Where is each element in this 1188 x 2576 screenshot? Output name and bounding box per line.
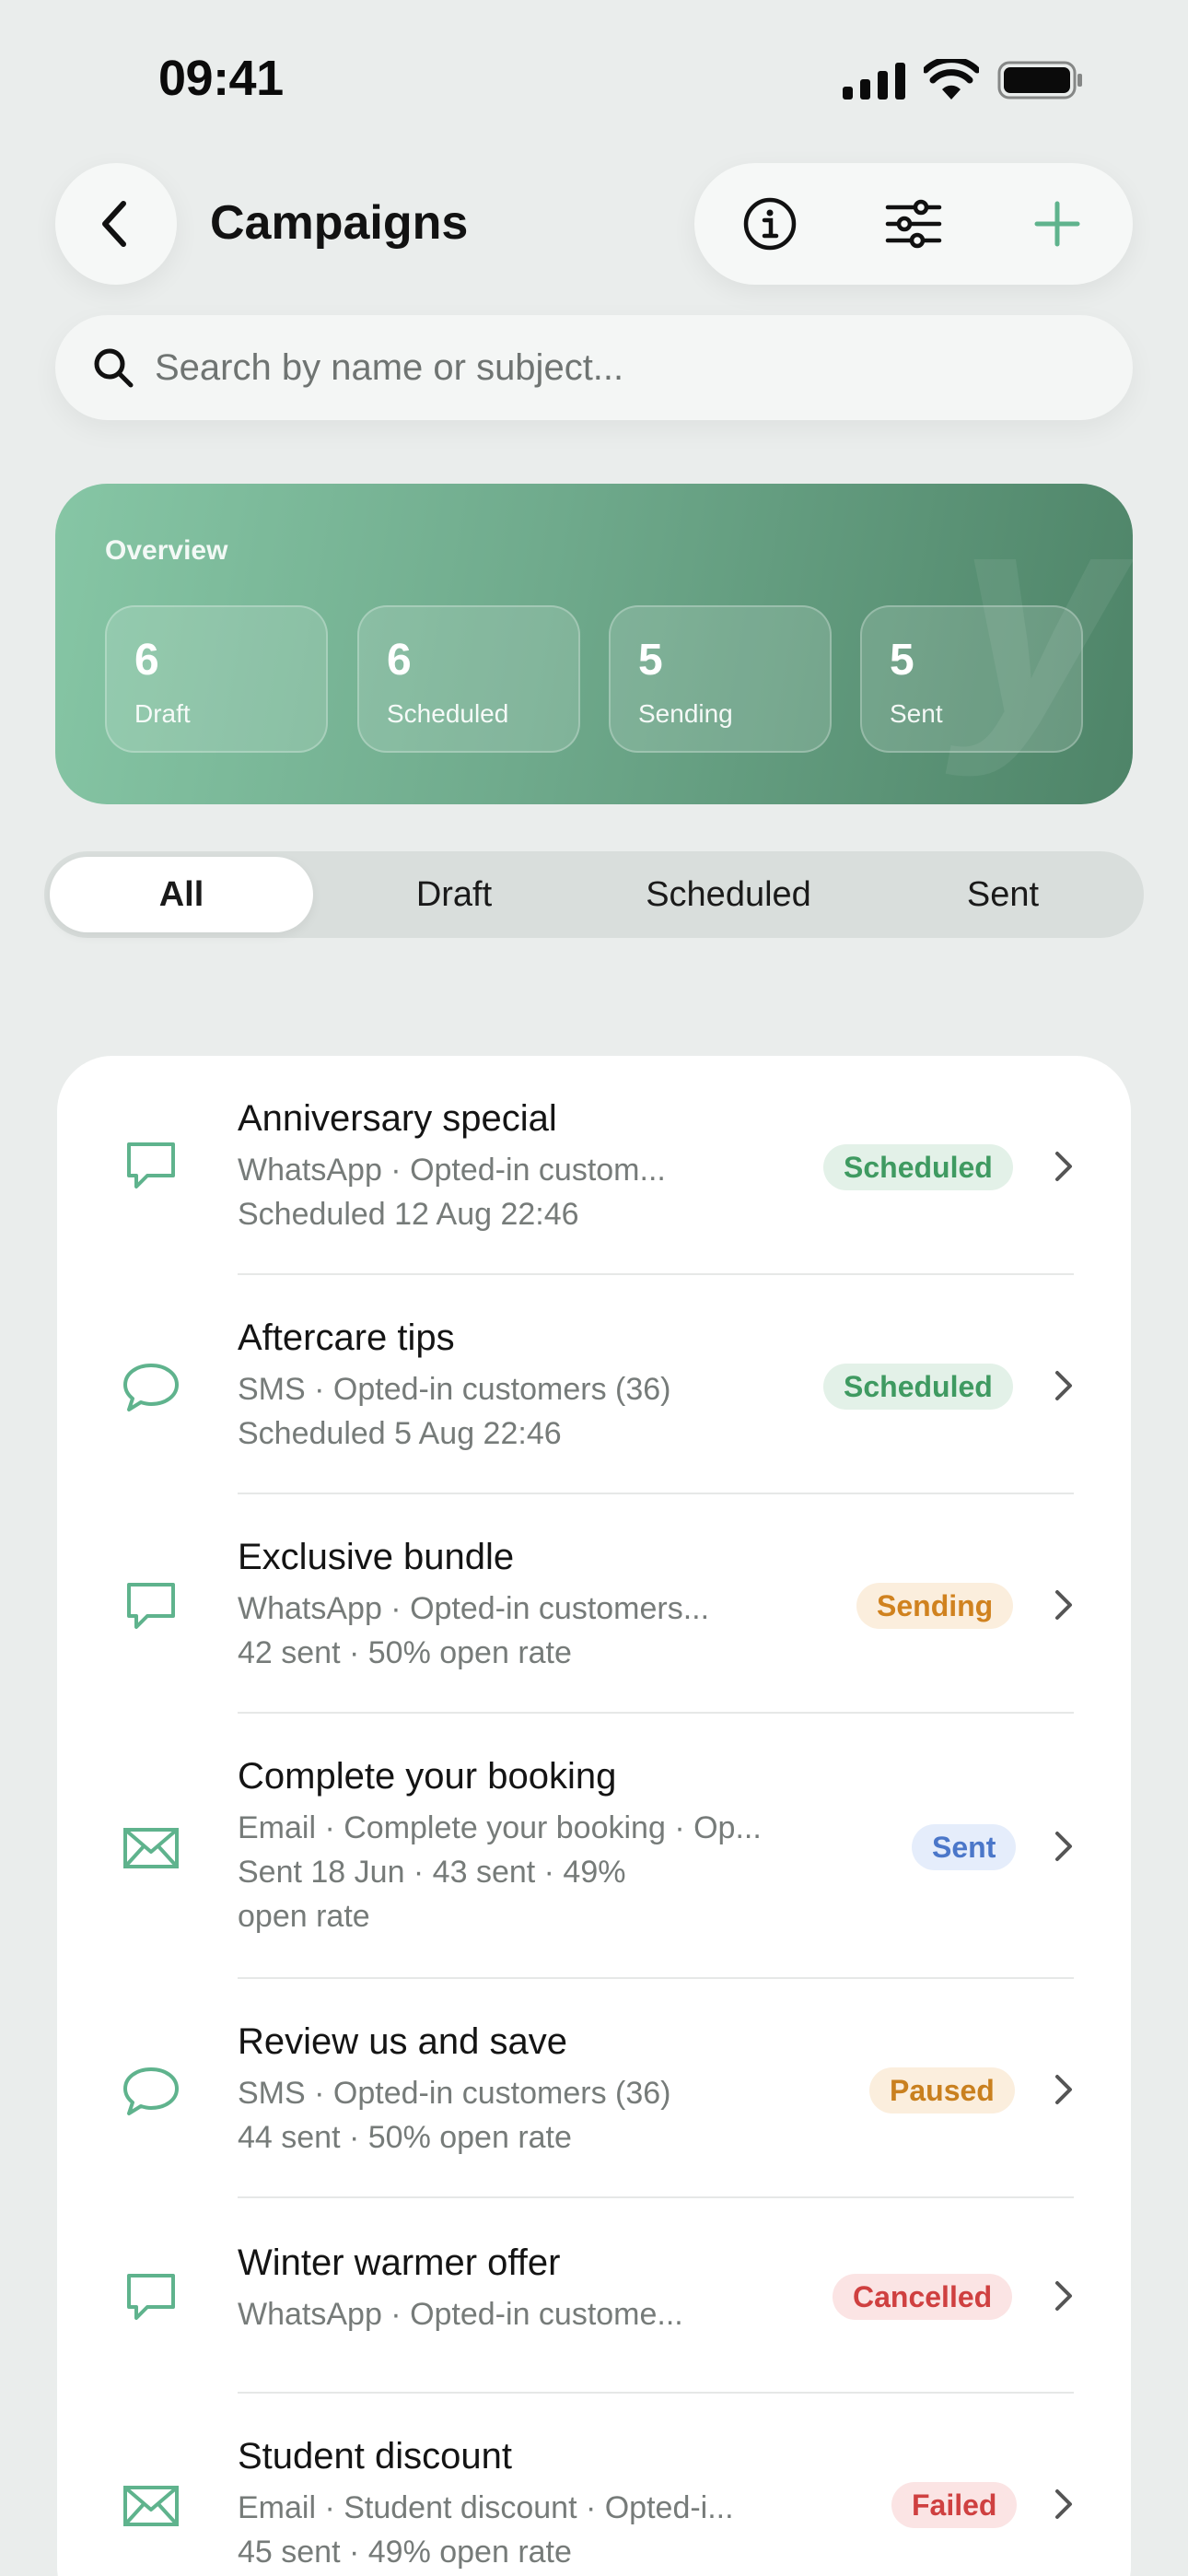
chevron-right-icon [1055, 1590, 1072, 1620]
chevron-right-icon [1055, 1152, 1072, 1181]
email-envelope-icon [123, 2486, 179, 2526]
overview-label: Overview [105, 535, 228, 566]
campaign-row[interactable]: Winter warmer offer WhatsApp · Opted-in … [57, 2198, 1131, 2392]
sliders-icon [885, 199, 942, 249]
campaign-title: Aftercare tips [238, 1317, 455, 1358]
campaign-schedule: Scheduled 5 Aug 22:46 [238, 1416, 562, 1451]
campaign-list: Anniversary special WhatsApp · Opted-in … [57, 1056, 1131, 2576]
campaign-row[interactable]: Aftercare tips SMS · Opted-in customers … [57, 1275, 1131, 1494]
campaign-meta: WhatsApp · Opted-in custom... [238, 1153, 666, 1188]
tab-all[interactable]: All [50, 857, 313, 932]
campaign-title: Student discount [238, 2436, 512, 2476]
campaign-title: Review us and save [238, 2021, 567, 2062]
overview-card: y Overview 6 Draft 6 Scheduled 5 Sending… [55, 484, 1133, 804]
campaign-title: Exclusive bundle [238, 1537, 515, 1577]
chevron-right-icon [1055, 2489, 1072, 2519]
page-title: Campaigns [210, 196, 469, 250]
sms-message-icon [123, 1364, 179, 1411]
status-badge: Scheduled [823, 1144, 1013, 1190]
stat-label: Scheduled [387, 699, 509, 728]
whatsapp-message-icon [127, 1142, 175, 1188]
status-badge: Failed [891, 2482, 1018, 2528]
tab-draft[interactable]: Draft [322, 857, 586, 932]
info-button[interactable] [733, 187, 807, 261]
stat-tile-scheduled: 6 Scheduled [357, 605, 580, 753]
chevron-right-icon [1055, 1371, 1072, 1400]
stat-value: 5 [890, 636, 914, 685]
campaign-stats-cont: open rate [238, 1899, 370, 1934]
email-envelope-icon [123, 1828, 179, 1868]
campaign-stats: 44 sent · 50% open rate [238, 2120, 572, 2155]
whatsapp-message-icon [127, 2274, 175, 2320]
campaign-row[interactable]: Exclusive bundle WhatsApp · Opted-in cus… [57, 1494, 1131, 1714]
campaign-row[interactable]: Anniversary special WhatsApp · Opted-in … [57, 1056, 1131, 1277]
campaign-meta: WhatsApp · Opted-in custome... [238, 2297, 683, 2332]
info-icon [743, 197, 797, 251]
plus-icon [1034, 201, 1080, 247]
tab-scheduled[interactable]: Scheduled [597, 857, 860, 932]
header-actions [694, 163, 1133, 285]
cellular-signal-icon [843, 63, 905, 100]
status-badge: Scheduled [823, 1364, 1013, 1410]
add-campaign-button[interactable] [1020, 187, 1094, 261]
stat-value: 6 [134, 636, 159, 685]
wifi-icon [924, 59, 979, 100]
battery-icon [997, 61, 1082, 100]
chevron-right-icon [1055, 2281, 1072, 2311]
status-badge: Sent [912, 1824, 1017, 1870]
search-icon [94, 348, 134, 388]
search-bar [55, 315, 1133, 420]
filter-button[interactable] [877, 187, 950, 261]
stat-label: Sending [638, 699, 733, 728]
sms-message-icon [123, 2067, 179, 2115]
campaign-schedule: Scheduled 12 Aug 22:46 [238, 1197, 579, 1232]
campaign-title: Anniversary special [238, 1098, 557, 1139]
status-badge: Paused [869, 2067, 1015, 2113]
status-badge: Sending [856, 1583, 1014, 1629]
stat-tile-sending: 5 Sending [609, 605, 832, 753]
campaign-meta: WhatsApp · Opted-in customers... [238, 1591, 710, 1626]
whatsapp-message-icon [127, 1583, 175, 1629]
campaign-stats: Sent 18 Jun · 43 sent · 49% [238, 1855, 626, 1890]
status-badge: Cancelled [833, 2274, 1013, 2320]
campaign-row[interactable]: Student discount Email · Student discoun… [57, 2394, 1131, 2576]
campaign-meta: Email · Complete your booking · Op... [238, 1810, 762, 1845]
campaign-stats: 45 sent · 49% open rate [238, 2535, 572, 2570]
search-input[interactable] [155, 334, 1094, 402]
campaign-meta: SMS · Opted-in customers (36) [238, 2076, 671, 2111]
campaign-row[interactable]: Complete your booking Email · Complete y… [57, 1714, 1131, 1977]
stat-label: Sent [890, 699, 943, 728]
tab-sent[interactable]: Sent [871, 857, 1135, 932]
stat-value: 5 [638, 636, 663, 685]
stat-tile-draft: 6 Draft [105, 605, 328, 753]
campaign-row[interactable]: Review us and save SMS · Opted-in custom… [57, 1979, 1131, 2198]
stat-value: 6 [387, 636, 412, 685]
status-time: 09:41 [158, 51, 284, 106]
campaign-title: Winter warmer offer [238, 2242, 561, 2283]
campaign-stats: 42 sent · 50% open rate [238, 1635, 572, 1670]
stat-tile-sent: 5 Sent [860, 605, 1083, 753]
campaign-title: Complete your booking [238, 1756, 617, 1797]
status-bar: 09:41 [0, 0, 1188, 157]
chevron-right-icon [1055, 1832, 1072, 1861]
chevron-right-icon [1055, 2075, 1072, 2104]
stat-label: Draft [134, 699, 191, 728]
status-filter-tabs: All Draft Scheduled Sent [44, 851, 1144, 938]
campaign-meta: Email · Student discount · Opted-i... [238, 2490, 734, 2525]
campaign-meta: SMS · Opted-in customers (36) [238, 1372, 671, 1407]
chevron-left-icon [102, 201, 126, 247]
back-button[interactable] [55, 163, 177, 285]
